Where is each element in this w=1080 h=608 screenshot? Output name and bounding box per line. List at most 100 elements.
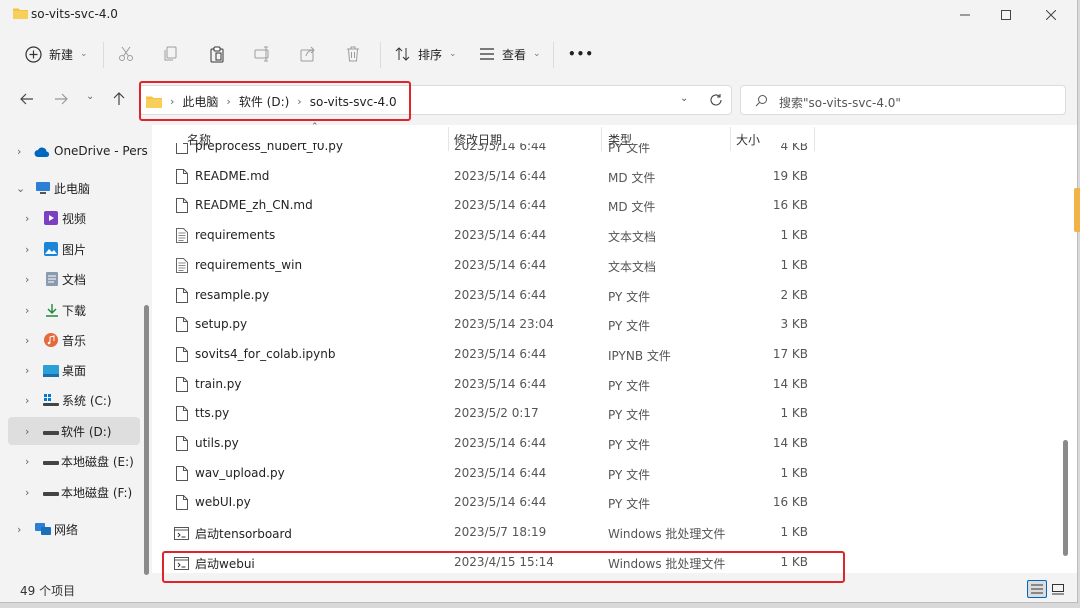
rename-button[interactable]: [254, 39, 271, 69]
view-list-icon: [480, 48, 494, 60]
delete-button[interactable]: [345, 39, 361, 69]
file-icon: [176, 287, 188, 303]
recent-locations-button[interactable]: ⌄: [86, 91, 94, 102]
sidebar-item-drive-d[interactable]: › 软件 (D:): [8, 417, 140, 445]
sidebar-item-drive-e[interactable]: › 本地磁盘 (E:): [0, 447, 140, 475]
file-date: 2023/5/14 6:44: [454, 257, 547, 272]
file-row[interactable]: train.py 2023/5/14 6:44 PY 文件 14 KB: [162, 369, 842, 399]
cut-button[interactable]: [118, 39, 134, 69]
file-icon: [176, 436, 188, 451]
sidebar-item-network[interactable]: › 网络: [0, 515, 140, 543]
view-button[interactable]: 查看 ⌄: [479, 39, 541, 69]
address-highlight-box: [139, 81, 411, 121]
forward-button[interactable]: [54, 92, 68, 110]
back-button[interactable]: [20, 92, 34, 110]
minimize-button[interactable]: [950, 4, 980, 26]
side-dock-tab[interactable]: [1074, 188, 1080, 232]
sidebar-item-music[interactable]: › 音乐: [0, 326, 140, 354]
file-row[interactable]: webUI.py 2023/5/14 6:44 PY 文件 16 KB: [162, 487, 842, 517]
file-row[interactable]: wav_upload.py 2023/5/14 6:44 PY 文件 1 KB: [162, 458, 842, 488]
sort-button[interactable]: 排序 ⌄: [395, 39, 457, 69]
new-button-label: 新建: [49, 47, 74, 62]
file-date: 2023/5/14 6:44: [454, 376, 547, 391]
up-button[interactable]: [112, 92, 126, 110]
file-row[interactable]: requirements 2023/5/14 6:44 文本文档 1 KB: [162, 220, 842, 250]
file-size: 1 KB: [780, 257, 808, 272]
file-name: utils.py: [195, 436, 239, 450]
address-history-button[interactable]: ⌄: [680, 93, 688, 104]
scissors-icon: [119, 46, 133, 61]
tiles-view-button[interactable]: [1048, 580, 1068, 598]
file-list-scrollbar[interactable]: [1063, 440, 1068, 556]
chevron-right-icon: ›: [25, 363, 30, 377]
sidebar-item-onedrive[interactable]: › OneDrive - Pers: [0, 137, 148, 165]
sidebar-item-label: 视频: [62, 211, 87, 226]
refresh-button[interactable]: [709, 93, 723, 110]
drive-icon: [43, 431, 59, 435]
file-row[interactable]: resample.py 2023/5/14 6:44 PY 文件 2 KB: [162, 280, 842, 310]
sidebar-item-this-pc[interactable]: ⌄ 此电脑: [0, 174, 140, 202]
new-button[interactable]: 新建 ⌄: [25, 39, 88, 69]
sidebar-item-videos[interactable]: › 视频: [0, 204, 140, 232]
close-button[interactable]: [1036, 4, 1066, 26]
chevron-right-icon: ›: [17, 144, 22, 158]
file-row[interactable]: README.md 2023/5/14 6:44 MD 文件 19 KB: [162, 161, 842, 191]
file-type: MD 文件: [608, 200, 656, 215]
copy-button[interactable]: [163, 39, 179, 69]
file-row[interactable]: tts.py 2023/5/2 0:17 PY 文件 1 KB: [162, 398, 842, 428]
file-rows: preprocess_hubert_f0.py 2023/5/14 6:44 PY …: [152, 143, 1077, 573]
title-bar: so-vits-svc-4.0: [0, 0, 1077, 30]
paste-button[interactable]: [209, 39, 225, 69]
command-bar: 新建 ⌄ 排序 ⌄ 查看 ⌄ •••: [0, 32, 1077, 78]
sidebar-item-downloads[interactable]: › 下载: [0, 296, 140, 324]
sidebar-item-desktop[interactable]: › 桌面: [0, 356, 140, 384]
rename-icon: [254, 46, 269, 62]
file-row[interactable]: preprocess_hubert_f0.py 2023/5/14 6:44 PY …: [162, 143, 842, 161]
search-box[interactable]: 搜索"so-vits-svc-4.0": [740, 85, 1066, 115]
file-size: 16 KB: [772, 495, 808, 510]
file-type: MD 文件: [608, 170, 656, 185]
file-row[interactable]: sovits4_for_colab.ipynb 2023/5/14 6:44 IPY…: [162, 339, 842, 369]
sidebar-scrollbar[interactable]: [144, 305, 149, 575]
file-row[interactable]: 启动tensorboard 2023/5/7 18:19 Windows 批处理文件…: [162, 517, 842, 547]
sidebar-item-label: 音乐: [62, 333, 87, 348]
file-row[interactable]: README_zh_CN.md 2023/5/14 6:44 MD 文件 16 KB: [162, 190, 842, 220]
cloud-icon: [34, 147, 50, 157]
details-view-button[interactable]: [1027, 580, 1047, 598]
documents-icon: [46, 272, 58, 286]
navigation-pane: › OneDrive - Pers ⌄ 此电脑 › 视频 › 图片 › 文档 ›…: [0, 125, 152, 575]
sort-icon: [395, 47, 410, 61]
chevron-right-icon: ›: [25, 485, 30, 499]
view-button-label: 查看: [502, 47, 527, 62]
chevron-right-icon: ›: [25, 454, 30, 468]
folder-icon: [13, 8, 28, 19]
file-size: 19 KB: [772, 168, 808, 183]
share-button[interactable]: [300, 39, 316, 69]
video-icon: [44, 211, 58, 225]
file-icon: [176, 495, 188, 511]
file-name: sovits4_for_colab.ipynb: [195, 346, 336, 361]
file-date: 2023/5/14 23:04: [454, 317, 554, 332]
file-type: PY 文件: [608, 378, 651, 393]
file-date: 2023/5/14 6:44: [454, 228, 547, 243]
window-title: so-vits-svc-4.0: [31, 7, 118, 21]
download-icon: [46, 304, 58, 317]
batch-file-icon: [174, 526, 189, 541]
file-row[interactable]: requirements_win 2023/5/14 6:44 文本文档 1 KB: [162, 250, 842, 280]
file-row[interactable]: setup.py 2023/5/14 23:04 PY 文件 3 KB: [162, 309, 842, 339]
file-size: 1 KB: [780, 465, 808, 480]
file-row[interactable]: utils.py 2023/5/14 6:44 PY 文件 14 KB: [162, 428, 842, 458]
file-type: PY 文件: [608, 289, 651, 304]
details-view-icon: [1031, 584, 1043, 594]
arrow-right-icon: [55, 93, 68, 105]
file-name: requirements_win: [195, 257, 303, 272]
chevron-right-icon: ›: [25, 242, 30, 256]
maximize-button[interactable]: [991, 4, 1021, 26]
sidebar-item-label: 文档: [62, 272, 87, 287]
sidebar-item-drive-f[interactable]: › 本地磁盘 (F:): [0, 478, 140, 506]
file-icon: [176, 198, 188, 214]
sidebar-item-drive-c[interactable]: › 系统 (C:): [0, 386, 140, 414]
sidebar-item-pictures[interactable]: › 图片: [0, 235, 140, 263]
sidebar-item-documents[interactable]: › 文档: [0, 265, 140, 293]
more-options-button[interactable]: •••: [568, 39, 594, 69]
